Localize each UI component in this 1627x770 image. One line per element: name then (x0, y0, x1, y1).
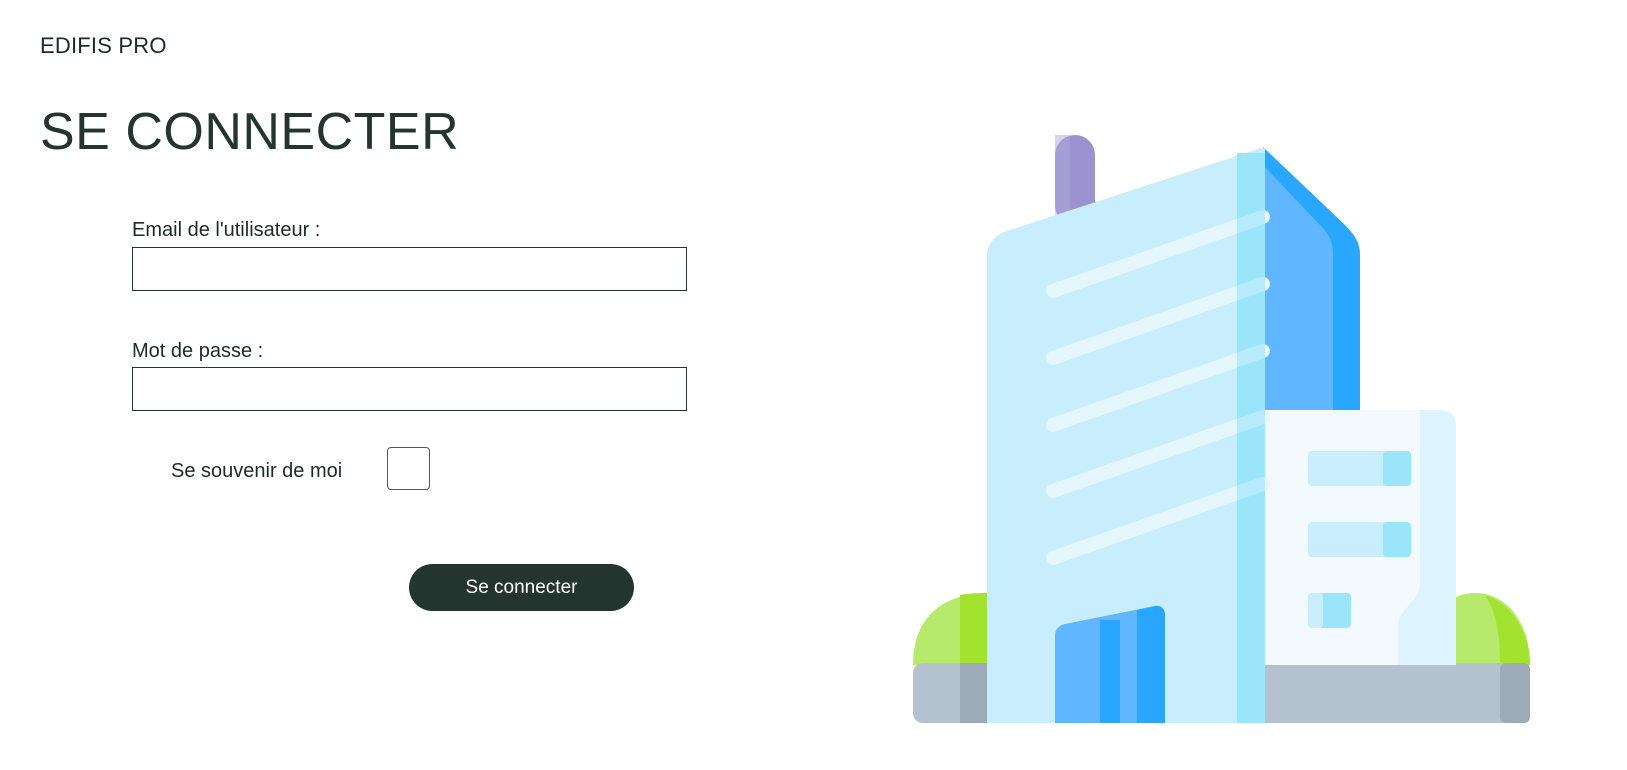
page-title: SE CONNECTER (40, 103, 460, 161)
password-label: Mot de passe : (132, 340, 264, 362)
remember-me-label: Se souvenir de moi (171, 460, 343, 482)
email-input[interactable] (132, 247, 687, 291)
email-label: Email de l'utilisateur : (132, 219, 321, 241)
password-input[interactable] (132, 367, 687, 411)
login-button[interactable]: Se connecter (409, 564, 634, 611)
remember-me-checkbox[interactable] (387, 447, 430, 490)
brand-logo: EDIFIS PRO (40, 33, 167, 58)
office-building-icon (913, 135, 1530, 723)
